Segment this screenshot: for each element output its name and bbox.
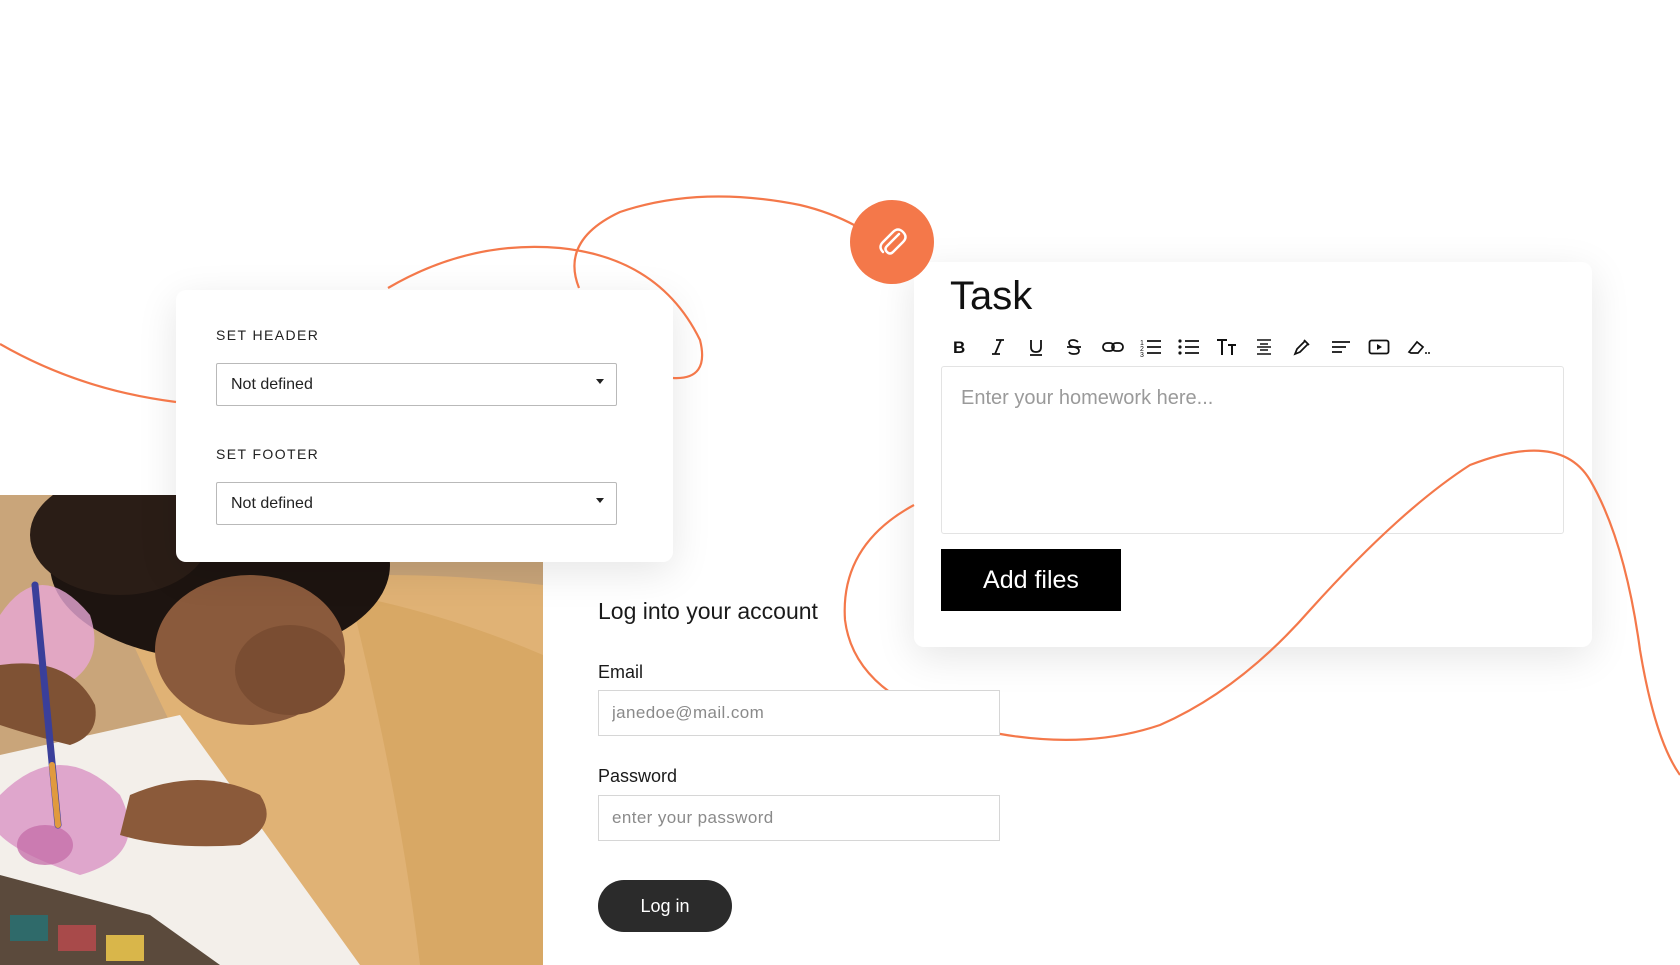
homework-editor[interactable]: Enter your homework here... — [941, 366, 1564, 534]
link-icon[interactable] — [1102, 334, 1140, 360]
layout-settings-card: SET HEADER Not defined SET FOOTER Not de… — [176, 290, 673, 562]
login-title: Log into your account — [598, 598, 818, 624]
footer-select-value: Not defined — [231, 494, 313, 512]
footer-select[interactable]: Not defined — [216, 482, 617, 525]
painting-photo — [0, 495, 543, 965]
numbered-list-icon[interactable]: 123 — [1140, 334, 1178, 360]
svg-text:3: 3 — [1140, 352, 1144, 357]
chevron-down-icon — [596, 379, 604, 384]
video-icon[interactable] — [1368, 334, 1406, 360]
page: SET HEADER Not defined SET FOOTER Not de… — [0, 0, 1680, 965]
clear-format-icon[interactable] — [1406, 334, 1444, 360]
italic-icon[interactable] — [988, 334, 1026, 360]
header-select-value: Not defined — [231, 375, 313, 393]
task-card: Task B 123 Enter your homework here... A… — [914, 262, 1592, 647]
set-header-label: SET HEADER — [216, 327, 320, 343]
password-label: Password — [598, 766, 678, 786]
bulleted-list-icon[interactable] — [1178, 334, 1216, 360]
attach-button[interactable] — [850, 200, 934, 284]
login-button[interactable]: Log in — [598, 880, 732, 932]
editor-toolbar: B 123 — [950, 334, 1444, 360]
text-size-icon[interactable] — [1216, 334, 1254, 360]
strikethrough-icon[interactable] — [1064, 334, 1102, 360]
header-select[interactable]: Not defined — [216, 363, 617, 406]
align-left-icon[interactable] — [1330, 334, 1368, 360]
email-label: Email — [598, 662, 644, 682]
add-files-button[interactable]: Add files — [941, 549, 1121, 611]
editor-placeholder: Enter your homework here... — [961, 387, 1214, 409]
underline-icon[interactable] — [1026, 334, 1064, 360]
svg-text:B: B — [953, 338, 965, 357]
chevron-down-icon — [596, 498, 604, 503]
task-title: Task — [950, 274, 1033, 318]
bold-icon[interactable]: B — [950, 334, 988, 360]
color-picker-icon[interactable] — [1292, 334, 1330, 360]
line-height-icon[interactable] — [1254, 334, 1292, 360]
password-field[interactable] — [598, 795, 1000, 841]
paperclip-icon — [879, 228, 907, 255]
email-field[interactable] — [598, 690, 1000, 736]
set-footer-label: SET FOOTER — [216, 446, 320, 462]
